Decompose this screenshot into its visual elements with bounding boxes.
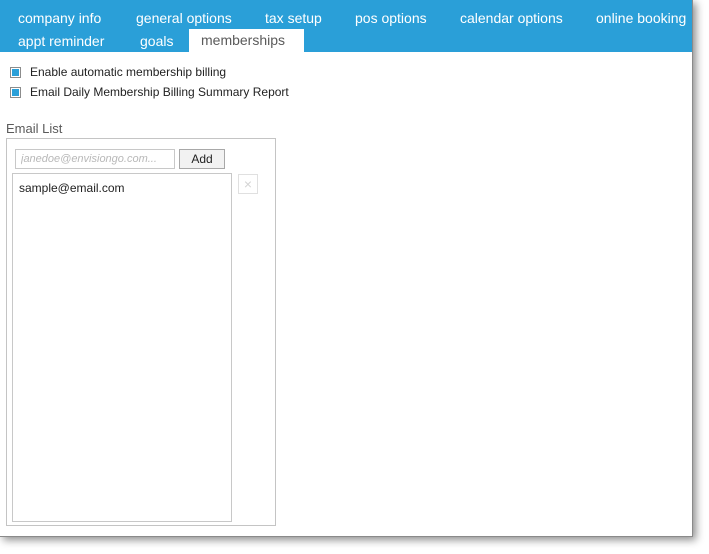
close-icon: × [243,176,253,192]
tab-appt-reminder[interactable]: appt reminder [6,30,116,52]
settings-window: company info general options tax setup p… [0,0,693,537]
list-item[interactable]: sample@email.com [19,181,125,195]
tab-tax-setup[interactable]: tax setup [253,7,334,29]
tab-general-options[interactable]: general options [124,7,244,29]
email-list-label: Email List [6,121,63,136]
daily-report-checkbox[interactable] [10,86,21,98]
daily-report-option[interactable]: Email Daily Membership Billing Summary R… [10,84,289,100]
remove-email-button[interactable]: × [238,174,258,194]
auto-billing-option[interactable]: Enable automatic membership billing [10,64,226,80]
tab-memberships[interactable]: memberships [189,29,304,53]
tab-bar: company info general options tax setup p… [0,0,692,53]
tab-pos-options[interactable]: pos options [343,7,439,29]
email-listbox[interactable]: sample@email.com [12,173,232,522]
add-email-button[interactable]: Add [179,149,225,169]
tab-online-booking[interactable]: online booking [584,7,692,29]
daily-report-label: Email Daily Membership Billing Summary R… [30,85,289,99]
tab-calendar-options[interactable]: calendar options [448,7,575,29]
tab-goals[interactable]: goals [128,30,185,52]
email-list-panel: Add sample@email.com × [6,138,276,526]
tab-company-info[interactable]: company info [6,7,113,29]
email-input[interactable] [15,149,175,169]
auto-billing-label: Enable automatic membership billing [30,65,227,79]
auto-billing-checkbox[interactable] [10,66,21,78]
